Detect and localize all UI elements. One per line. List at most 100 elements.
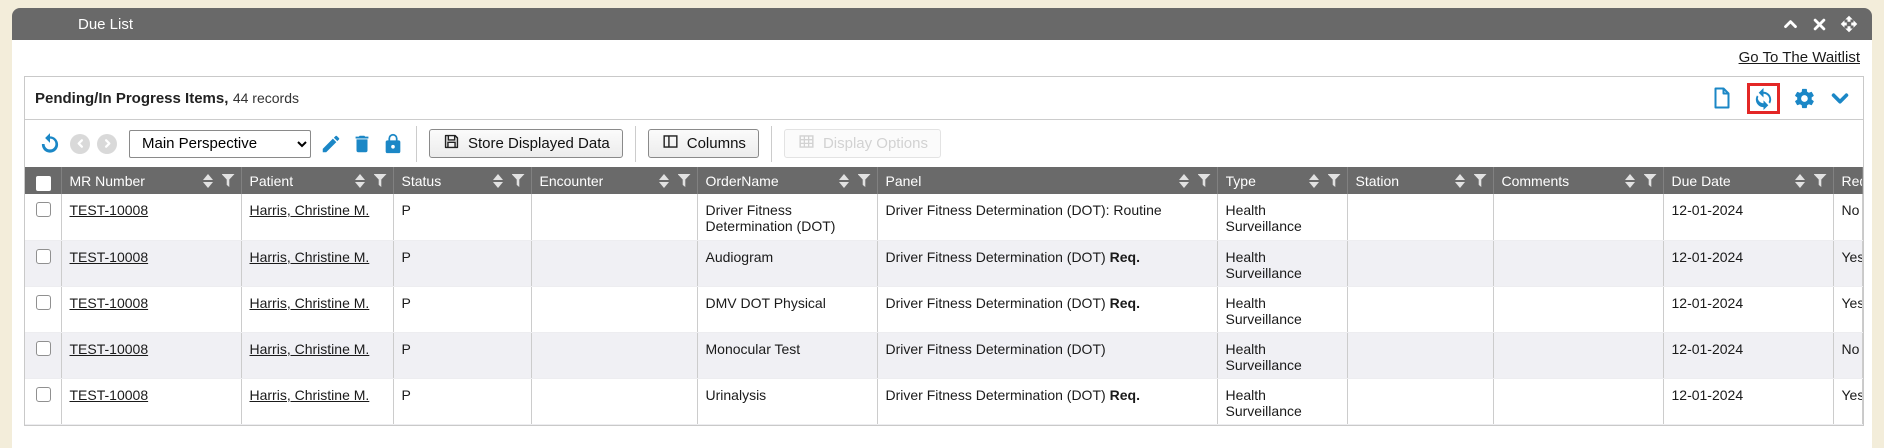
comments-cell: [1493, 378, 1663, 424]
row-checkbox[interactable]: [36, 249, 51, 264]
due-list-table: MR Number Patient Status Encounter Order…: [25, 167, 1863, 425]
station-cell: [1347, 378, 1493, 424]
patient-link[interactable]: Harris, Christine M.: [250, 202, 370, 218]
patient-link[interactable]: Harris, Christine M.: [250, 387, 370, 403]
table-row: TEST-10008 Harris, Christine M. P Audiog…: [25, 240, 1863, 286]
sort-icon[interactable]: [839, 174, 849, 188]
lock-icon[interactable]: [382, 133, 404, 155]
filter-icon[interactable]: [1644, 174, 1657, 187]
table-header-row: MR Number Patient Status Encounter Order…: [25, 167, 1863, 194]
sort-icon[interactable]: [493, 174, 503, 188]
req-cell: No: [1833, 194, 1863, 240]
due-date-cell: 12-01-2024: [1663, 194, 1833, 240]
columns-button[interactable]: Columns: [648, 129, 759, 158]
window-content: Go To The Waitlist Pending/In Progress I…: [12, 40, 1872, 448]
patient-link[interactable]: Harris, Christine M.: [250, 341, 370, 357]
toolbar-divider: [416, 126, 417, 162]
req-cell: No: [1833, 332, 1863, 378]
grid-icon: [797, 132, 816, 155]
encounter-cell: [531, 286, 697, 332]
type-cell: Health Surveillance: [1217, 194, 1347, 240]
perspective-select[interactable]: Main Perspective: [129, 130, 311, 158]
panel-cell: Driver Fitness Determination (DOT): [877, 332, 1217, 378]
patient-link[interactable]: Harris, Christine M.: [250, 295, 370, 311]
due-list-window: Due List Go To The Waitlist Pending/In P…: [12, 8, 1872, 448]
comments-cell: [1493, 332, 1663, 378]
comments-cell: [1493, 240, 1663, 286]
back-icon[interactable]: [70, 134, 90, 154]
due-date-cell: 12-01-2024: [1663, 332, 1833, 378]
forward-icon[interactable]: [97, 134, 117, 154]
filter-icon[interactable]: [222, 174, 235, 187]
filter-icon[interactable]: [374, 174, 387, 187]
sort-icon[interactable]: [1625, 174, 1635, 188]
row-checkbox[interactable]: [36, 295, 51, 310]
type-cell: Health Surveillance: [1217, 378, 1347, 424]
sort-icon[interactable]: [355, 174, 365, 188]
mr-number-link[interactable]: TEST-10008: [70, 249, 149, 265]
sort-icon[interactable]: [659, 174, 669, 188]
col-header-due-date[interactable]: Due Date: [1663, 167, 1833, 194]
select-all-checkbox[interactable]: [36, 176, 51, 191]
filter-icon[interactable]: [1814, 174, 1827, 187]
filter-icon[interactable]: [1474, 174, 1487, 187]
col-header-order-name[interactable]: OrderName: [697, 167, 877, 194]
display-options-button: Display Options: [784, 129, 941, 158]
order-name-cell: Urinalysis: [697, 378, 877, 424]
chevron-down-icon[interactable]: [1829, 87, 1851, 109]
sort-icon[interactable]: [1179, 174, 1189, 188]
col-header-mr-number[interactable]: MR Number: [61, 167, 241, 194]
row-checkbox[interactable]: [36, 202, 51, 217]
filter-icon[interactable]: [512, 174, 525, 187]
sort-icon[interactable]: [1455, 174, 1465, 188]
undo-icon[interactable]: [37, 131, 63, 157]
new-document-icon[interactable]: [1710, 86, 1734, 110]
filter-icon[interactable]: [1198, 174, 1211, 187]
edit-pencil-icon[interactable]: [320, 133, 342, 155]
store-displayed-data-button[interactable]: Store Displayed Data: [429, 129, 623, 158]
filter-icon[interactable]: [1328, 174, 1341, 187]
panel-cell: Driver Fitness Determination (DOT)Req.: [877, 378, 1217, 424]
col-header-station[interactable]: Station: [1347, 167, 1493, 194]
order-name-cell: Driver Fitness Determination (DOT): [697, 194, 877, 240]
waitlist-link[interactable]: Go To The Waitlist: [1739, 49, 1860, 66]
col-header-comments[interactable]: Comments: [1493, 167, 1663, 194]
sort-icon[interactable]: [1309, 174, 1319, 188]
due-date-cell: 12-01-2024: [1663, 286, 1833, 332]
order-name-cell: DMV DOT Physical: [697, 286, 877, 332]
sort-icon[interactable]: [203, 174, 213, 188]
col-header-status[interactable]: Status: [393, 167, 531, 194]
row-checkbox[interactable]: [36, 341, 51, 356]
col-header-patient[interactable]: Patient: [241, 167, 393, 194]
sort-icon[interactable]: [1795, 174, 1805, 188]
table-row: TEST-10008 Harris, Christine M. P Monocu…: [25, 332, 1863, 378]
mr-number-link[interactable]: TEST-10008: [70, 295, 149, 311]
station-cell: [1347, 286, 1493, 332]
gear-icon[interactable]: [1793, 87, 1816, 110]
comments-cell: [1493, 286, 1663, 332]
filter-icon[interactable]: [678, 174, 691, 187]
col-header-type[interactable]: Type: [1217, 167, 1347, 194]
filter-icon[interactable]: [858, 174, 871, 187]
trash-icon[interactable]: [351, 133, 373, 155]
status-cell: P: [393, 286, 531, 332]
type-cell: Health Surveillance: [1217, 332, 1347, 378]
req-cell: Yes: [1833, 286, 1863, 332]
mr-number-link[interactable]: TEST-10008: [70, 341, 149, 357]
move-icon[interactable]: [1840, 15, 1858, 33]
collapse-icon[interactable]: [1782, 16, 1799, 33]
patient-link[interactable]: Harris, Christine M.: [250, 249, 370, 265]
mr-number-link[interactable]: TEST-10008: [70, 387, 149, 403]
table-row: TEST-10008 Harris, Christine M. P Urinal…: [25, 378, 1863, 424]
close-icon[interactable]: [1812, 17, 1827, 32]
refresh-icon[interactable]: [1752, 87, 1775, 110]
col-header-encounter[interactable]: Encounter: [531, 167, 697, 194]
mr-number-link[interactable]: TEST-10008: [70, 202, 149, 218]
encounter-cell: [531, 332, 697, 378]
col-header-req[interactable]: Req: [1833, 167, 1863, 194]
window-title: Due List: [12, 16, 133, 33]
row-checkbox[interactable]: [36, 387, 51, 402]
col-header-panel[interactable]: Panel: [877, 167, 1217, 194]
type-cell: Health Surveillance: [1217, 286, 1347, 332]
table-row: TEST-10008 Harris, Christine M. P DMV DO…: [25, 286, 1863, 332]
